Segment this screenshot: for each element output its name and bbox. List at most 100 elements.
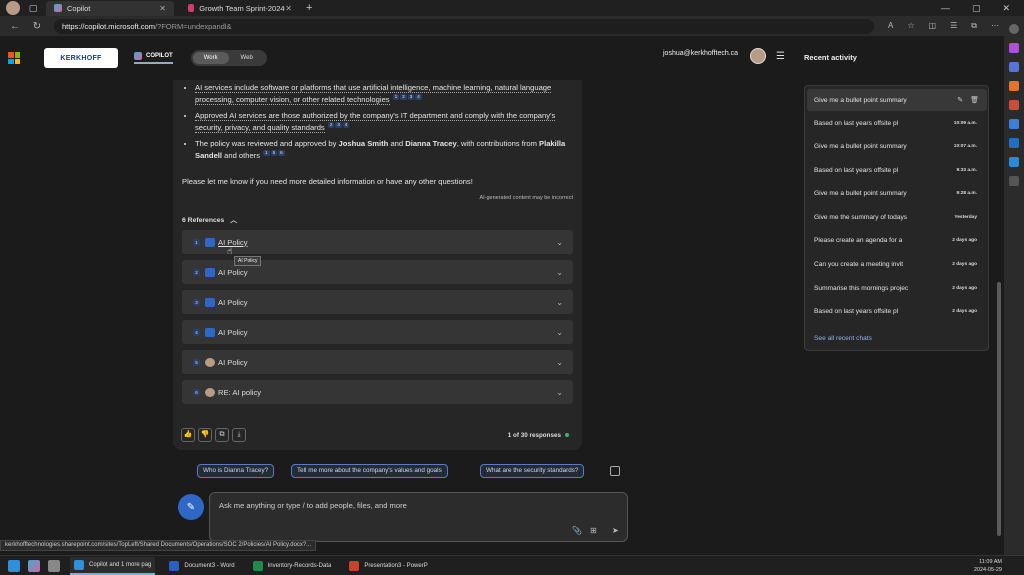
- add-sidebar-icon[interactable]: [1009, 176, 1019, 186]
- prompt-library-icon[interactable]: [610, 466, 620, 476]
- reference-item[interactable]: 6 RE: AI policy ⌄: [182, 380, 573, 404]
- reference-label[interactable]: AI Policy: [218, 268, 248, 277]
- chevron-down-icon[interactable]: ⌄: [556, 268, 563, 277]
- prompt-input[interactable]: [219, 501, 599, 510]
- reference-label[interactable]: AI Policy: [218, 328, 248, 337]
- windows-start-icon[interactable]: [8, 559, 20, 572]
- thumbs-down-icon[interactable]: 👎: [198, 428, 212, 442]
- bullet-text: Approved AI services are those authorize…: [195, 111, 556, 133]
- taskbar-app-excel[interactable]: Inventory-Records-Data: [249, 557, 336, 575]
- citation-badge[interactable]: 3: [407, 93, 415, 100]
- edit-icon[interactable]: ✎: [957, 96, 963, 104]
- thumbs-up-icon[interactable]: 👍: [181, 428, 195, 442]
- split-screen-icon[interactable]: ◫: [929, 21, 937, 31]
- new-tab-button[interactable]: +: [306, 2, 312, 14]
- reference-label[interactable]: AI Policy: [218, 238, 248, 247]
- search-icon[interactable]: [1009, 24, 1019, 34]
- toggle-web[interactable]: Web: [229, 52, 265, 64]
- citation-badge[interactable]: 1: [263, 149, 270, 156]
- citation-badge[interactable]: 5: [270, 149, 278, 156]
- scrollbar-thumb[interactable]: [997, 282, 1001, 536]
- reference-label[interactable]: RE: AI policy: [218, 388, 261, 397]
- recent-chat-item[interactable]: Based on last years offsite pl 2 days ago: [807, 300, 987, 322]
- favorites-icon[interactable]: ☰: [950, 21, 957, 31]
- recent-chat-time: Yesterday: [954, 214, 977, 220]
- reference-label[interactable]: AI Policy: [218, 298, 248, 307]
- tab-growth-team[interactable]: Growth Team Sprint-20240523_1 ✕: [180, 1, 300, 16]
- avatar[interactable]: [750, 48, 766, 64]
- recent-chat-item[interactable]: Based on last years offsite pl 10:09 a.m.: [807, 112, 987, 134]
- citation-badge[interactable]: 1: [392, 93, 400, 100]
- recent-chat-item[interactable]: Based on last years offsite pl 9:33 a.m.: [807, 159, 987, 181]
- taskbar-app-powerpoint[interactable]: Presentation3 - PowerP: [345, 557, 431, 575]
- close-tab-icon[interactable]: ✕: [159, 4, 166, 13]
- chevron-down-icon[interactable]: ⌄: [556, 388, 563, 397]
- reference-label[interactable]: AI Policy: [218, 358, 248, 367]
- games-icon[interactable]: [1009, 81, 1019, 91]
- citation-badge[interactable]: 2: [400, 93, 407, 100]
- profile-icon[interactable]: [6, 1, 20, 15]
- chevron-down-icon[interactable]: ⌄: [556, 298, 563, 307]
- outlook-icon[interactable]: [1009, 138, 1019, 148]
- tools-icon[interactable]: [1009, 62, 1019, 72]
- suggestion-chip[interactable]: Tell me more about the company's values …: [291, 464, 448, 478]
- citation-badge[interactable]: 6: [278, 149, 285, 156]
- work-web-toggle[interactable]: Work Web: [190, 50, 267, 66]
- more-options-icon[interactable]: ⋯: [991, 21, 999, 31]
- reference-item[interactable]: 1 AI Policy ⌄: [182, 230, 573, 254]
- attach-icon[interactable]: 📎: [572, 526, 582, 535]
- taskbar-app-edge[interactable]: Copilot and 1 more pag: [70, 556, 156, 575]
- workspaces-icon[interactable]: ▢: [26, 1, 40, 15]
- microsoft-logo-icon[interactable]: [8, 52, 20, 64]
- taskbar-clock[interactable]: 11:09 AM 2024-05-29: [974, 558, 1002, 574]
- reference-item[interactable]: 5 AI Policy ⌄: [182, 350, 573, 374]
- recent-chat-item[interactable]: Give me a bullet point summary 9:28 a.m.: [807, 182, 987, 204]
- chevron-down-icon[interactable]: ⌄: [556, 238, 563, 247]
- recent-chat-item[interactable]: Give me the summary of todays Yesterday: [807, 206, 987, 228]
- recent-chat-item[interactable]: Please create an agenda for a 2 days ago: [807, 229, 987, 251]
- read-aloud-icon[interactable]: A: [888, 21, 893, 31]
- minimize-icon[interactable]: —: [941, 3, 950, 14]
- recent-chat-item[interactable]: Can you create a meeting invit 2 days ago: [807, 253, 987, 275]
- url-field[interactable]: https://copilot.microsoft.com/?FORM=unde…: [54, 18, 874, 34]
- download-icon[interactable]: ⤓: [232, 428, 246, 442]
- back-icon[interactable]: ←: [8, 21, 22, 32]
- send-icon[interactable]: ➤: [612, 526, 619, 535]
- toggle-work[interactable]: Work: [192, 52, 229, 64]
- recent-chat-item[interactable]: Summarise this mornings projec 2 days ago: [807, 277, 987, 299]
- citation-badge[interactable]: 2: [327, 121, 335, 128]
- citation-badge[interactable]: 3: [335, 121, 342, 128]
- refresh-icon[interactable]: ↻: [30, 21, 44, 32]
- office-icon[interactable]: [1009, 100, 1019, 110]
- favorite-star-icon[interactable]: ☆: [907, 21, 914, 31]
- see-all-recent-link[interactable]: See all recent chats: [814, 335, 872, 342]
- copilot-sidebar-icon[interactable]: [1009, 119, 1019, 129]
- reference-item[interactable]: 4 AI Policy ⌄: [182, 320, 573, 344]
- chevron-down-icon[interactable]: ⌄: [556, 358, 563, 367]
- recent-chat-item[interactable]: Give me a bullet point summary 10:07 a.m.: [807, 135, 987, 157]
- drop-icon[interactable]: [1009, 157, 1019, 167]
- delete-icon[interactable]: 🗑: [970, 96, 979, 104]
- references-toggle[interactable]: 6 References ︿: [182, 214, 237, 224]
- copilot-brand[interactable]: COPILOT: [134, 52, 173, 64]
- recent-chat-item[interactable]: Give me a bullet point summary ✎ 🗑: [807, 89, 987, 111]
- copilot-taskbar-icon[interactable]: [28, 559, 40, 572]
- reference-item[interactable]: 3 AI Policy ⌄: [182, 290, 573, 314]
- close-window-icon[interactable]: ✕: [1002, 3, 1010, 14]
- taskbar-app-word[interactable]: Document3 - Word: [165, 557, 238, 575]
- maximize-icon[interactable]: ▢: [972, 3, 981, 14]
- citation-badge[interactable]: 4: [342, 121, 350, 128]
- chevron-down-icon[interactable]: ⌄: [556, 328, 563, 337]
- menu-icon[interactable]: ☰: [776, 51, 785, 62]
- shopping-icon[interactable]: [1009, 43, 1019, 53]
- file-explorer-icon[interactable]: [48, 559, 60, 572]
- tab-copilot[interactable]: Copilot ✕: [46, 0, 174, 16]
- collections-icon[interactable]: ⧉: [971, 21, 977, 31]
- copy-icon[interactable]: ⧉: [215, 428, 229, 442]
- suggestion-chip[interactable]: What are the security standards?: [480, 464, 585, 478]
- new-topic-button[interactable]: ✎: [178, 494, 204, 520]
- citation-badge[interactable]: 4: [415, 93, 422, 100]
- suggestion-chip[interactable]: Who is Dianna Tracey?: [197, 464, 275, 478]
- image-input-icon[interactable]: ⊞: [590, 526, 597, 535]
- close-tab-icon[interactable]: ✕: [285, 4, 292, 13]
